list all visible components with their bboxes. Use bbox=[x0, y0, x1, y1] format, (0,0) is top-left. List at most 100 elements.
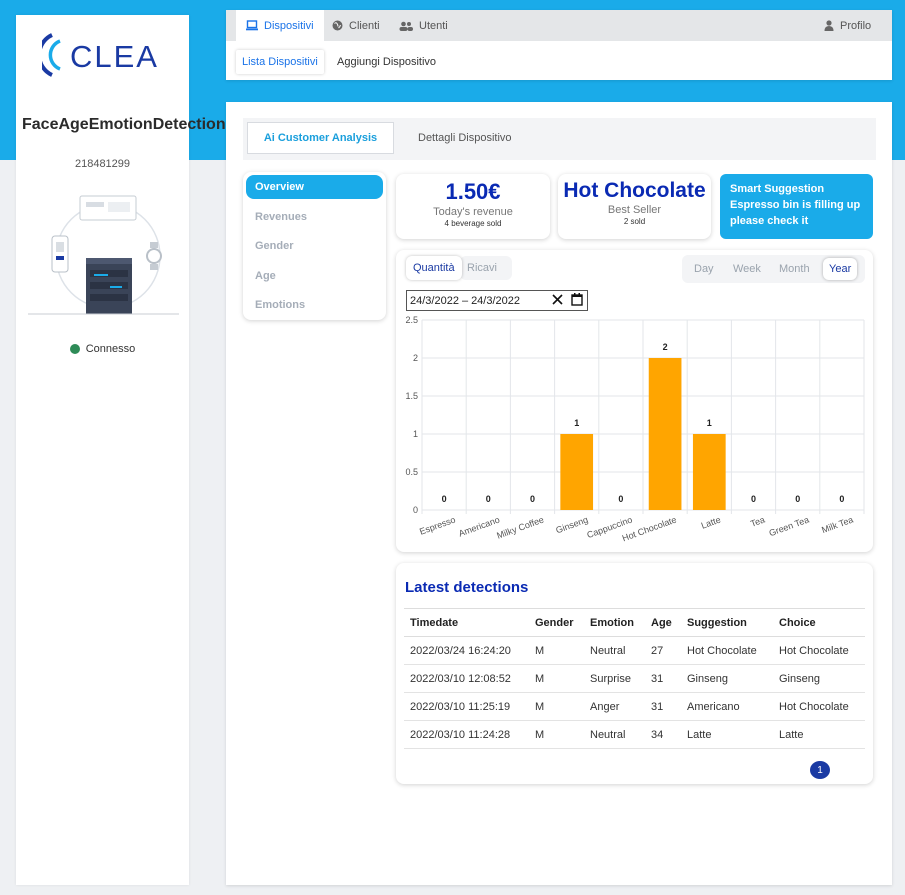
device-sidebar: CLEA FaceAgeEmotionDetectionFinal 218481… bbox=[16, 15, 263, 885]
metric-toggle: Ricavi Quantità bbox=[404, 256, 512, 280]
data-label: 0 bbox=[442, 494, 447, 504]
calendar-icon[interactable] bbox=[571, 293, 583, 306]
table-row: 2022/03/10 12:08:52 M Surprise 31 Ginseng Gin… bbox=[404, 664, 865, 693]
profile-label: Profilo bbox=[840, 19, 872, 32]
subtab-lista-dispositivi[interactable]: Lista Dispositivi bbox=[236, 50, 324, 74]
sales-bar-chart: 00.511.522.50Espresso0Americano0Milky Co… bbox=[405, 315, 865, 543]
period-day[interactable]: Day bbox=[688, 258, 720, 280]
users-icon bbox=[399, 21, 413, 31]
device-tabs: Ai Customer Analysis Dettagli Dispositiv… bbox=[243, 118, 876, 160]
cell-suggestion: Hot Chocolate bbox=[681, 636, 773, 665]
period-year[interactable]: Year bbox=[823, 258, 858, 280]
cell-timedate: 2022/03/24 16:24:20 bbox=[404, 636, 529, 665]
tab-ai-customer-analysis[interactable]: Ai Customer Analysis bbox=[247, 122, 394, 154]
latest-detections-card: Latest detections Timedate Gender Emotio… bbox=[396, 563, 873, 784]
analysis-menu: Overview Revenues Gender Age Emotions bbox=[243, 172, 386, 320]
suggestion-title: Smart Suggestion bbox=[730, 183, 825, 195]
cell-age: 27 bbox=[645, 636, 681, 665]
menu-item-revenues[interactable]: Revenues bbox=[246, 205, 383, 229]
date-from: 24/3/2022 bbox=[410, 294, 459, 307]
best-seller-label: Best Seller bbox=[607, 204, 662, 216]
best-seller-sub: 2 sold bbox=[623, 217, 646, 226]
cell-gender: M bbox=[529, 692, 584, 721]
status-dot-icon bbox=[69, 344, 80, 354]
status-label: Connesso bbox=[85, 343, 136, 355]
device-name: FaceAgeEmotionDetectionFinal bbox=[22, 116, 263, 133]
menu-item-gender[interactable]: Gender bbox=[246, 234, 383, 258]
cell-age: 31 bbox=[645, 664, 681, 693]
x-category-label: Americano bbox=[457, 514, 501, 538]
x-category-label: Espresso bbox=[418, 514, 457, 536]
cell-timedate: 2022/03/10 11:25:19 bbox=[404, 692, 529, 721]
sales-chart-card: Ricavi Quantità Day Week Month Year 24/3… bbox=[396, 250, 873, 552]
detections-table: Timedate Gender Emotion Age Suggestion C… bbox=[404, 608, 865, 749]
x-category-label: Milk Tea bbox=[820, 514, 854, 535]
col-age: Age bbox=[645, 608, 681, 637]
col-emotion: Emotion bbox=[584, 608, 645, 637]
suggestion-text: Espresso bin is filling up please check … bbox=[730, 199, 861, 227]
user-icon bbox=[824, 20, 834, 31]
revenue-card: 1.50€ Today's revenue 4 beverage sold bbox=[396, 174, 550, 239]
y-tick-label: 2.5 bbox=[405, 315, 418, 325]
logo-text: CLEA bbox=[70, 39, 159, 74]
toggle-quantita[interactable]: Quantità bbox=[406, 256, 462, 280]
tab-clienti-label: Clienti bbox=[349, 19, 380, 32]
table-row: 2022/03/10 11:24:28 M Neutral 34 Latte Latte bbox=[404, 720, 865, 749]
cell-suggestion: Ginseng bbox=[681, 664, 773, 693]
bar bbox=[648, 358, 682, 510]
cell-timedate: 2022/03/10 11:24:28 bbox=[404, 720, 529, 749]
x-category-label: Tea bbox=[749, 514, 766, 528]
globe-icon bbox=[332, 20, 343, 31]
cell-suggestion: Latte bbox=[681, 720, 773, 749]
subtab-aggiungi-dispositivo[interactable]: Aggiungi Dispositivo bbox=[331, 50, 442, 74]
y-tick-label: 0.5 bbox=[405, 467, 418, 477]
period-week[interactable]: Week bbox=[727, 258, 767, 280]
vending-machine-illustration-icon bbox=[28, 195, 179, 315]
cell-emotion: Neutral bbox=[584, 636, 645, 665]
data-label: 0 bbox=[618, 494, 623, 504]
cell-emotion: Surprise bbox=[584, 664, 645, 693]
main-panel: Ai Customer Analysis Dettagli Dispositiv… bbox=[226, 102, 892, 885]
pagination-page-1[interactable]: 1 bbox=[810, 761, 830, 779]
tab-utenti[interactable]: Utenti bbox=[389, 10, 458, 41]
cell-emotion: Anger bbox=[584, 692, 645, 721]
date-to: 24/3/2022 bbox=[471, 294, 520, 307]
period-selector: Day Week Month Year bbox=[682, 255, 865, 283]
cell-choice: Latte bbox=[773, 720, 865, 749]
table-header-row: Timedate Gender Emotion Age Suggestion C… bbox=[404, 608, 865, 637]
y-tick-label: 2 bbox=[413, 353, 418, 363]
cell-gender: M bbox=[529, 664, 584, 693]
toggle-ricavi[interactable]: Ricavi bbox=[460, 256, 512, 280]
y-tick-label: 0 bbox=[413, 505, 418, 515]
clear-date-icon[interactable] bbox=[552, 294, 563, 305]
tab-dispositivi[interactable]: Dispositivi bbox=[236, 10, 324, 41]
menu-item-age[interactable]: Age bbox=[246, 264, 383, 288]
menu-item-emotions[interactable]: Emotions bbox=[246, 293, 383, 317]
profile-menu[interactable]: Profilo bbox=[814, 10, 881, 41]
cell-gender: M bbox=[529, 720, 584, 749]
tab-dettagli-dispositivo[interactable]: Dettagli Dispositivo bbox=[418, 122, 512, 154]
top-navigation: Dispositivi Clienti Utenti Profilo Lista… bbox=[226, 10, 892, 80]
y-tick-label: 1 bbox=[413, 429, 418, 439]
revenue-sub: 4 beverage sold bbox=[444, 219, 502, 228]
cell-suggestion: Americano bbox=[681, 692, 773, 721]
smart-suggestion-card: Smart Suggestion Espresso bin is filling… bbox=[720, 174, 873, 239]
date-range-picker[interactable]: 24/3/2022 – 24/3/2022 bbox=[406, 290, 588, 311]
device-id: 218481299 bbox=[74, 158, 131, 170]
bar bbox=[692, 434, 726, 510]
col-timedate: Timedate bbox=[404, 608, 529, 637]
cell-emotion: Neutral bbox=[584, 720, 645, 749]
period-month[interactable]: Month bbox=[773, 258, 816, 280]
detections-title: Latest detections bbox=[405, 579, 529, 596]
tab-clienti[interactable]: Clienti bbox=[322, 10, 390, 41]
cell-gender: M bbox=[529, 636, 584, 665]
y-tick-label: 1.5 bbox=[405, 391, 418, 401]
x-category-label: Latte bbox=[700, 514, 722, 530]
x-category-label: Green Tea bbox=[768, 514, 811, 538]
data-label: 1 bbox=[574, 418, 579, 428]
table-row: 2022/03/10 11:25:19 M Anger 31 Americano Hot … bbox=[404, 692, 865, 721]
menu-item-overview[interactable]: Overview bbox=[246, 175, 383, 199]
cell-age: 34 bbox=[645, 720, 681, 749]
date-separator: – bbox=[461, 294, 469, 307]
col-suggestion: Suggestion bbox=[681, 608, 773, 637]
